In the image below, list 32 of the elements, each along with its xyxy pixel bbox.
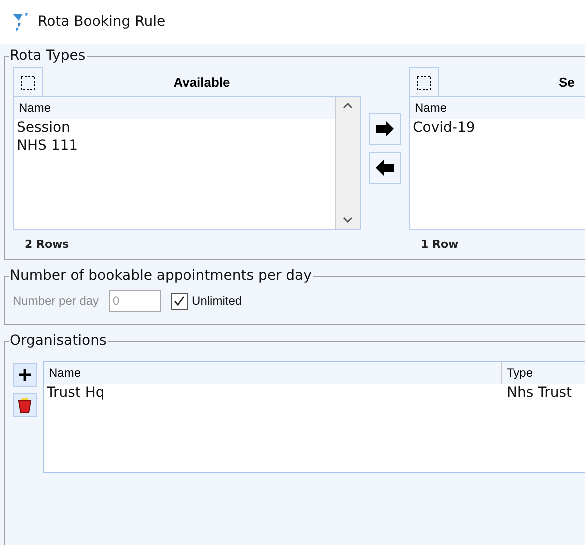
group-title: Number of bookable appointments per day: [9, 268, 313, 284]
group-title: Rota Types: [9, 48, 87, 64]
table-cell-text: Nhs Trust: [506, 384, 573, 402]
list-header: Se: [558, 74, 576, 90]
row-count: 2 Rows: [24, 237, 70, 251]
scroll-down-icon[interactable]: [343, 217, 353, 223]
list-item[interactable]: NHS 111: [14, 137, 335, 155]
remove-button[interactable]: [369, 152, 401, 184]
window-title: Rota Booking Rule: [38, 14, 166, 30]
select-all-icon: [416, 74, 432, 90]
list-item[interactable]: Session: [14, 119, 335, 137]
bin-icon: [16, 396, 34, 414]
app-logo-icon: [12, 12, 30, 32]
checkbox-label: Unlimited: [192, 294, 242, 308]
left-arrow-icon: [375, 159, 395, 177]
select-all-button[interactable]: [13, 67, 43, 97]
table-cell-text: Trust Hq: [46, 384, 106, 402]
delete-button[interactable]: [13, 393, 37, 417]
field-label: Number per day: [13, 294, 100, 308]
column-header[interactable]: Name: [44, 366, 501, 380]
select-all-button[interactable]: [409, 67, 439, 97]
scroll-up-icon[interactable]: [343, 103, 353, 109]
add-button[interactable]: [13, 363, 37, 387]
select-all-icon: [20, 74, 36, 90]
column-header[interactable]: Type: [501, 362, 585, 384]
add-button[interactable]: [369, 113, 401, 145]
list-item[interactable]: Covid-19: [410, 119, 585, 137]
list-header: Available: [172, 74, 232, 90]
plus-icon: [17, 367, 33, 383]
group-title: Organisations: [9, 333, 108, 349]
row-count: 1 Row: [420, 237, 460, 251]
right-arrow-icon: [375, 120, 395, 138]
